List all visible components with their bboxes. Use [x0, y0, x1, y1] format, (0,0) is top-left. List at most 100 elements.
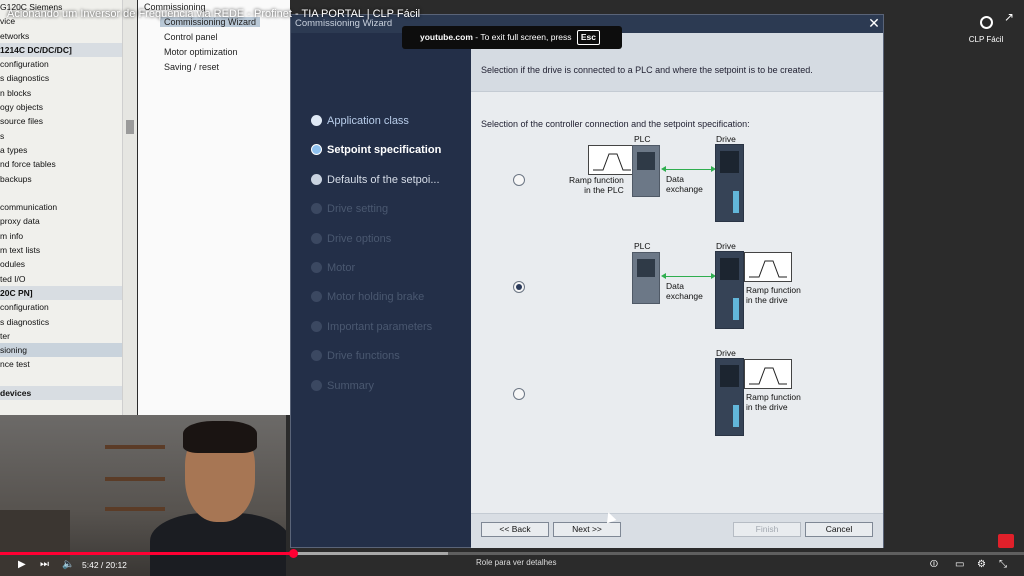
wizard-step-label: Application class: [327, 115, 409, 127]
volume-icon[interactable]: 🔈: [62, 559, 74, 570]
step-dot-icon: [311, 291, 322, 303]
project-tree-scrollbar[interactable]: [122, 0, 137, 415]
data-exchange-label: Data exchange: [666, 174, 703, 194]
wizard-step-label: Drive options: [327, 232, 392, 245]
settings-gear-icon[interactable]: ⚙: [977, 559, 986, 570]
scroll-hint[interactable]: Role para ver detalhes: [476, 558, 557, 567]
drive-label: Drive: [716, 134, 736, 144]
wizard-step[interactable]: Defaults of the setpoi...: [311, 172, 440, 188]
video-title[interactable]: Acionando um Inversor de Frequência via …: [7, 8, 420, 20]
wizard-step[interactable]: Drive options: [311, 231, 391, 247]
step-dot-icon: [311, 262, 322, 273]
subtitles-icon[interactable]: ▭: [955, 559, 964, 570]
wizard-step[interactable]: Setpoint specification: [311, 142, 441, 158]
plc-label: PLC: [634, 134, 651, 144]
step-dot-icon: [311, 232, 322, 244]
wizard-step-label: Summary: [327, 379, 375, 392]
time-display: 5:42 / 20:12: [82, 560, 127, 570]
finish-button[interactable]: Finish: [733, 522, 801, 537]
data-exchange-label: Data exchange: [666, 281, 703, 301]
ramp-function-label: Ramp function in the drive: [746, 285, 801, 305]
step-dot-icon: [311, 203, 322, 215]
tree-row[interactable]: s: [0, 129, 122, 143]
tree-row[interactable]: sioning: [0, 343, 122, 358]
back-button[interactable]: << Back: [481, 522, 549, 537]
wizard-subtitle: Selection of the controller connection a…: [481, 119, 750, 129]
tree-row[interactable]: devices: [0, 386, 122, 401]
tree-row[interactable]: 20C PN]: [0, 285, 122, 301]
wizard-step[interactable]: Application class: [311, 113, 409, 129]
step-dot-icon: [311, 173, 322, 185]
project-tree: G120C Siemens vice etworks 1214C DC/DC/DC] c…: [0, 0, 122, 415]
tree-row[interactable]: nd force tables: [0, 157, 122, 171]
wizard-step-label: Drive setting: [327, 203, 389, 216]
shelf: [105, 477, 165, 481]
wizard-step[interactable]: Motor holding brake: [311, 289, 424, 305]
ramp-function-graphic: [588, 145, 636, 175]
tree-row[interactable]: backups: [0, 172, 122, 186]
option-ramp-in-plc-radio[interactable]: [513, 174, 525, 186]
wizard-step-label: Drive functions: [327, 350, 400, 363]
step-dot-icon: [311, 379, 322, 391]
wizard-step[interactable]: Important parameters: [311, 319, 432, 335]
data-exchange-link: [664, 276, 714, 277]
tree-row[interactable]: nce test: [0, 357, 122, 371]
wizard-step-label: Motor holding brake: [327, 291, 425, 304]
option-ramp-in-drive-radio[interactable]: [513, 281, 525, 293]
plc-device-icon: [632, 145, 660, 197]
tree-row[interactable]: proxy data: [0, 214, 122, 228]
shelf: [105, 507, 165, 511]
wizard-header-text: Selection if the drive is connected to a…: [481, 65, 813, 75]
option-standalone-drive-radio[interactable]: [513, 388, 525, 400]
clock-icon[interactable]: [979, 16, 993, 29]
tree-row[interactable]: m text lists: [0, 243, 122, 257]
next-video-icon[interactable]: ⏭: [40, 559, 49, 570]
tree-row[interactable]: 1214C DC/DC/DC]: [0, 42, 122, 58]
ramp-function-label: Ramp function in the drive: [746, 392, 801, 412]
nav-item-control-panel[interactable]: Control panel: [164, 32, 218, 42]
wizard-step[interactable]: Summary: [311, 378, 374, 394]
tree-row[interactable]: m info: [0, 229, 122, 243]
tree-row[interactable]: s diagnostics: [0, 71, 122, 85]
plc-label: PLC: [634, 241, 651, 251]
scrollbar-thumb[interactable]: [126, 120, 134, 134]
tree-row[interactable]: ter: [0, 329, 122, 343]
tree-row[interactable]: a types: [0, 143, 122, 157]
nav-item-motor-optimization[interactable]: Motor optimization: [164, 47, 238, 57]
share-icon[interactable]: ↗: [1004, 10, 1014, 24]
wizard-step-label: Defaults of the setpoi...: [327, 173, 440, 186]
close-icon[interactable]: ✕: [867, 16, 881, 30]
youtube-logo-icon[interactable]: [998, 534, 1014, 548]
drive-label: Drive: [716, 348, 736, 358]
wizard-step[interactable]: Drive functions: [311, 348, 400, 364]
wizard-step[interactable]: Drive setting: [311, 201, 388, 217]
drive-device-icon: [715, 251, 744, 329]
progress-bar[interactable]: [0, 549, 1024, 558]
tree-row[interactable]: source files: [0, 114, 122, 128]
autoplay-toggle-icon[interactable]: ⏼: [930, 559, 938, 570]
play-icon[interactable]: ▶: [18, 559, 26, 570]
step-dot-icon: [311, 144, 322, 156]
nav-item-saving-reset[interactable]: Saving / reset: [164, 62, 219, 72]
exit-fullscreen-icon[interactable]: ⤡: [999, 559, 1007, 570]
drive-device-icon: [715, 358, 744, 436]
tree-row[interactable]: configuration: [0, 300, 122, 314]
tree-row[interactable]: communication: [0, 200, 122, 214]
wizard-step-label: Motor: [327, 262, 356, 274]
plc-device-icon: [632, 252, 660, 304]
tree-row[interactable]: etworks: [0, 29, 122, 43]
tree-row[interactable]: [0, 186, 122, 200]
next-button[interactable]: Next >>: [553, 522, 621, 537]
tree-row[interactable]: [0, 372, 122, 386]
ramp-function-label: Ramp function in the PLC: [569, 175, 624, 195]
tree-row[interactable]: configuration: [0, 57, 122, 71]
wizard-step[interactable]: Motor: [311, 260, 355, 276]
toast-site: youtube.com: [420, 32, 473, 42]
tree-row[interactable]: ogy objects: [0, 100, 122, 114]
tree-row[interactable]: ted I/O: [0, 272, 122, 286]
cancel-button[interactable]: Cancel: [805, 522, 873, 537]
buffered-range: [293, 552, 448, 555]
tree-row[interactable]: odules: [0, 257, 122, 271]
tree-row[interactable]: s diagnostics: [0, 315, 122, 329]
tree-row[interactable]: n blocks: [0, 86, 122, 100]
